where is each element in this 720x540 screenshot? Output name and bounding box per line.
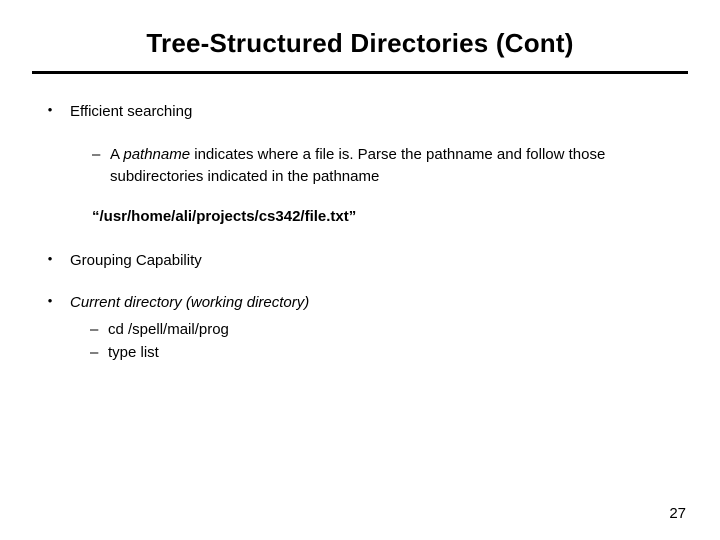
bullet-1-sub-line: – A pathname indicates where a file is. …	[92, 144, 680, 188]
bullet-1-sub-text: A pathname indicates where a file is. Pa…	[110, 144, 680, 188]
sub-dash: –	[90, 319, 108, 342]
bullet-dot: •	[42, 293, 58, 310]
slide-body: • Efficient searching – A pathname indic…	[0, 74, 720, 364]
bullet-3-sub2: – type list	[90, 342, 680, 365]
sub-dash: –	[92, 144, 110, 166]
sub-dash: –	[90, 342, 108, 365]
title-wrap: Tree-Structured Directories (Cont)	[0, 0, 720, 59]
bullet-1-text: Efficient searching	[58, 102, 680, 122]
bullet-3-sub1: – cd /spell/mail/prog	[90, 319, 680, 342]
bullet-dot: •	[42, 102, 58, 119]
page-number: 27	[669, 505, 686, 522]
bullet-3-nested: – cd /spell/mail/prog – type list	[70, 319, 680, 364]
sub-text-a: A	[110, 146, 123, 163]
bullet-3-sub2-text: type list	[108, 342, 159, 365]
bullet-2-text: Grouping Capability	[58, 251, 680, 271]
pathname-word: pathname	[123, 146, 190, 163]
bullet-3a: Current directory (	[70, 294, 191, 311]
bullet-3c: )	[304, 294, 309, 311]
bullet-1-sub: – A pathname indicates where a file is. …	[42, 144, 680, 188]
path-example: “/usr/home/ali/projects/cs342/file.txt”	[42, 208, 680, 225]
bullet-3-sub1-text: cd /spell/mail/prog	[108, 319, 229, 342]
bullet-dot: •	[42, 251, 58, 268]
bullet-2: • Grouping Capability	[42, 251, 680, 271]
slide: Tree-Structured Directories (Cont) • Eff…	[0, 0, 720, 540]
slide-title: Tree-Structured Directories (Cont)	[40, 28, 680, 59]
bullet-3-text: Current directory (working directory) – …	[58, 293, 680, 364]
bullet-3b: working directory	[191, 294, 304, 311]
bullet-3: • Current directory (working directory) …	[42, 293, 680, 364]
bullet-1: • Efficient searching	[42, 102, 680, 122]
